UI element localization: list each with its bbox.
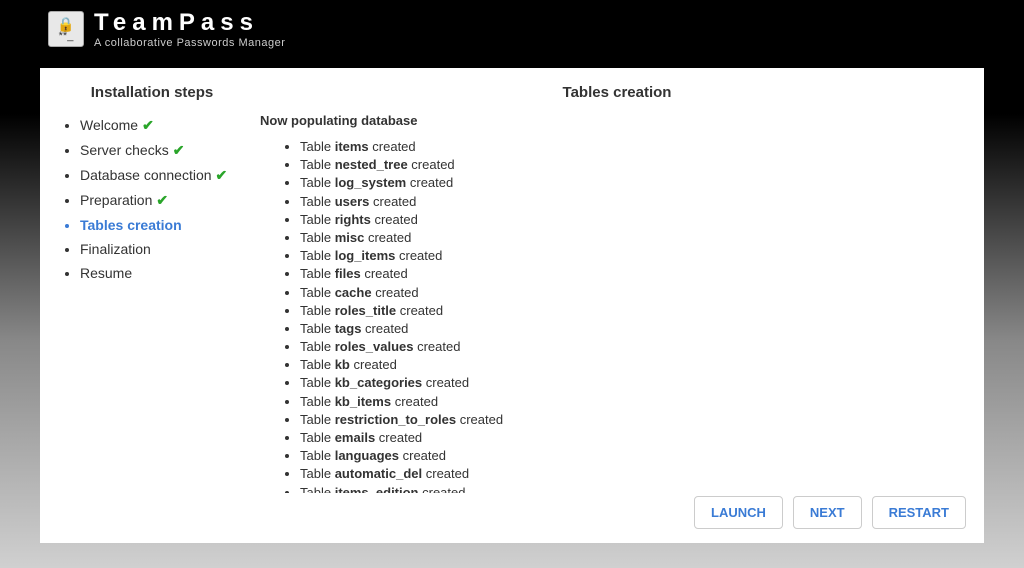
table-created-item: Table log_system created: [300, 174, 964, 192]
step-label: Tables creation: [80, 217, 182, 233]
next-button[interactable]: NEXT: [793, 496, 862, 529]
table-created-item: Table items created: [300, 138, 964, 156]
step-item[interactable]: Preparation✔: [80, 188, 240, 213]
populate-heading: Now populating database: [260, 113, 964, 128]
step-label: Database connection: [80, 167, 212, 183]
table-created-item: Table languages created: [300, 447, 964, 465]
app-subtitle: A collaborative Passwords Manager: [94, 37, 285, 49]
installation-steps-sidebar: Installation steps Welcome✔Server checks…: [40, 68, 250, 543]
sidebar-heading: Installation steps: [64, 84, 240, 101]
step-label: Welcome: [80, 117, 138, 133]
content-scroll[interactable]: Now populating database Table items crea…: [260, 113, 974, 493]
steps-list: Welcome✔Server checks✔Database connectio…: [64, 113, 240, 285]
table-created-item: Table kb created: [300, 356, 964, 374]
table-created-item: Table rights created: [300, 211, 964, 229]
table-created-item: Table roles_title created: [300, 302, 964, 320]
table-created-item: Table files created: [300, 265, 964, 283]
launch-button[interactable]: LAUNCH: [694, 496, 783, 529]
step-item[interactable]: Finalization: [80, 237, 240, 261]
table-created-item: Table restriction_to_roles created: [300, 411, 964, 429]
step-item[interactable]: Database connection✔: [80, 163, 240, 188]
table-created-item: Table cache created: [300, 284, 964, 302]
check-icon: ✔: [173, 142, 185, 158]
table-created-item: Table kb_categories created: [300, 374, 964, 392]
app-logo-text: TeamPass A collaborative Passwords Manag…: [94, 9, 285, 49]
step-label: Preparation: [80, 192, 152, 208]
app-logo-icon: 🔒 **_: [48, 11, 84, 47]
check-icon: ✔: [142, 117, 154, 133]
check-icon: ✔: [216, 167, 228, 183]
main-panel: Installation steps Welcome✔Server checks…: [40, 68, 984, 543]
step-label: Finalization: [80, 241, 151, 257]
table-created-item: Table items_edition created: [300, 484, 964, 493]
table-created-item: Table automatic_del created: [300, 465, 964, 483]
table-created-item: Table log_items created: [300, 247, 964, 265]
step-label: Server checks: [80, 142, 169, 158]
table-created-item: Table roles_values created: [300, 338, 964, 356]
step-item[interactable]: Welcome✔: [80, 113, 240, 138]
table-created-item: Table tags created: [300, 320, 964, 338]
restart-button[interactable]: RESTART: [872, 496, 966, 529]
table-created-item: Table misc created: [300, 229, 964, 247]
app-title: TeamPass: [94, 9, 285, 37]
table-created-item: Table emails created: [300, 429, 964, 447]
step-label: Resume: [80, 265, 132, 281]
main-title: Tables creation: [260, 84, 974, 101]
table-created-item: Table kb_items created: [300, 393, 964, 411]
table-created-item: Table users created: [300, 193, 964, 211]
app-header: 🔒 **_ TeamPass A collaborative Passwords…: [0, 0, 1024, 58]
step-item[interactable]: Tables creation: [80, 213, 240, 237]
table-created-item: Table nested_tree created: [300, 156, 964, 174]
tables-created-list: Table items createdTable nested_tree cre…: [260, 138, 964, 493]
check-icon: ✔: [156, 192, 168, 208]
main-content: Tables creation Now populating database …: [250, 68, 984, 543]
action-buttons: LAUNCH NEXT RESTART: [694, 496, 966, 529]
step-item[interactable]: Resume: [80, 261, 240, 285]
step-item[interactable]: Server checks✔: [80, 138, 240, 163]
